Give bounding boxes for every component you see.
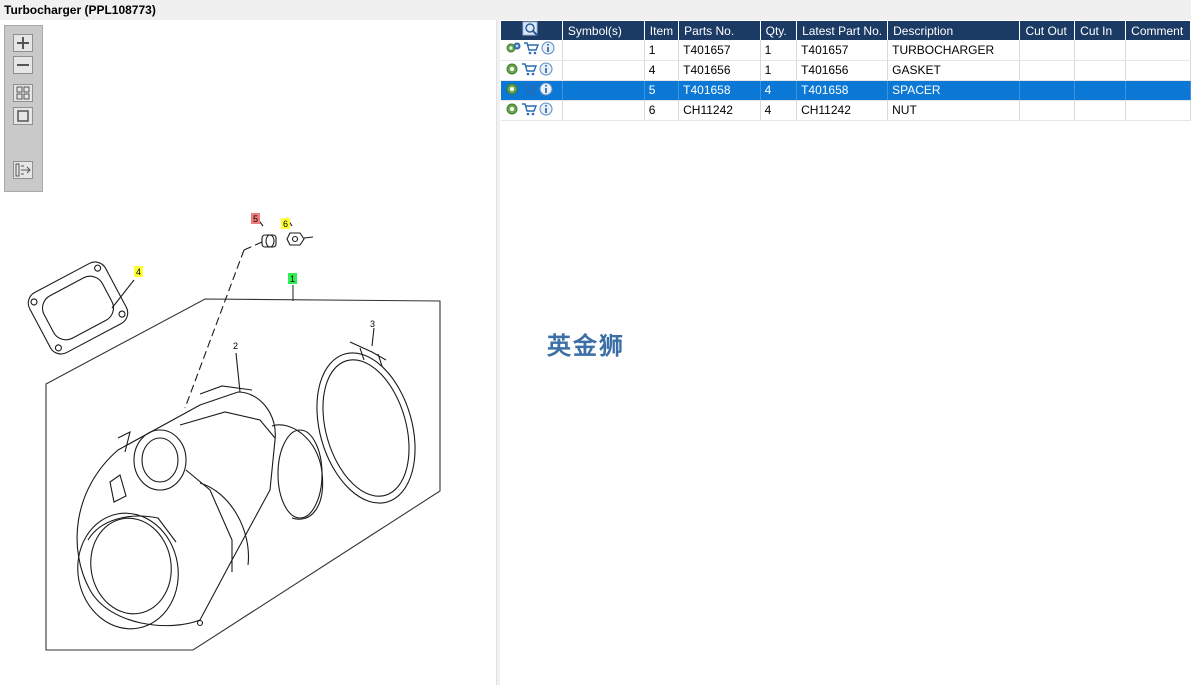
table-header-row: Symbol(s) Item Parts No. Qty. Latest Par… (501, 21, 1191, 40)
table-row[interactable]: 4 T401656 1 T401656 GASKET (501, 60, 1191, 81)
window-title: Turbocharger (PPL108773) (0, 0, 1191, 20)
info-icon[interactable] (539, 102, 553, 119)
cell-quantity: 4 (760, 80, 798, 101)
column-header-cut-in[interactable]: Cut In (1074, 21, 1127, 40)
cell-cut-out (1019, 100, 1076, 121)
cart-icon[interactable] (521, 62, 538, 79)
v-band-clamp-part (316, 341, 416, 504)
row-actions (501, 80, 563, 101)
info-icon[interactable] (539, 62, 553, 79)
cell-description: NUT (887, 100, 1021, 121)
turbocharger-body (76, 352, 324, 630)
gear-icon[interactable] (505, 62, 519, 79)
cell-cut-out (1019, 60, 1076, 81)
cell-item: 5 (644, 80, 680, 101)
cell-cut-in (1074, 100, 1127, 121)
cell-quantity: 1 (760, 60, 798, 81)
cell-comment (1125, 40, 1191, 61)
cell-part-number: T401657 (678, 40, 761, 61)
cell-item: 1 (644, 40, 680, 61)
cell-latest-part-number: T401657 (796, 40, 889, 61)
cell-part-number: T401658 (678, 80, 761, 101)
cell-item: 4 (644, 60, 680, 81)
gear-icon[interactable] (505, 82, 519, 99)
row-actions (501, 100, 563, 121)
search-list-icon (522, 21, 539, 36)
table-row[interactable]: 1 T401657 1 T401657 TURBOCHARGER (501, 40, 1191, 61)
cell-comment (1125, 60, 1191, 81)
nut-part (286, 232, 305, 246)
gasket-part (27, 261, 129, 355)
callout-6[interactable]: 6 (283, 219, 288, 229)
callout-2[interactable]: 2 (233, 341, 238, 351)
row-actions (501, 60, 563, 81)
callout-3[interactable]: 3 (370, 319, 375, 329)
spacer-part (261, 234, 277, 248)
cell-symbols (562, 80, 645, 101)
cell-symbols (562, 40, 645, 61)
column-header-latest-part-no[interactable]: Latest Part No. (796, 21, 889, 40)
column-header-item[interactable]: Item (644, 21, 680, 40)
cart-icon[interactable] (523, 41, 540, 58)
column-header-cut-out[interactable]: Cut Out (1019, 21, 1076, 40)
column-header-actions[interactable] (501, 21, 563, 40)
cell-cut-out (1019, 40, 1076, 61)
cell-description: GASKET (887, 60, 1021, 81)
callout-5[interactable]: 5 (253, 214, 258, 224)
column-header-symbols[interactable]: Symbol(s) (562, 21, 645, 40)
cell-comment (1125, 100, 1191, 121)
cell-part-number: CH11242 (678, 100, 761, 121)
cell-latest-part-number: T401656 (796, 60, 889, 81)
assembly-box (45, 298, 441, 651)
table-row[interactable]: 5 T401658 4 T401658 SPACER (501, 80, 1191, 101)
column-header-comment[interactable]: Comment (1125, 21, 1191, 40)
cell-cut-in (1074, 40, 1127, 61)
callout-1[interactable]: 1 (290, 274, 295, 284)
cart-icon[interactable] (521, 102, 538, 119)
cell-latest-part-number: CH11242 (796, 100, 889, 121)
cell-quantity: 1 (760, 40, 798, 61)
watermark-text: 英金狮 (547, 332, 625, 360)
cell-description: SPACER (887, 80, 1021, 101)
info-icon[interactable] (541, 41, 555, 58)
row-actions (501, 40, 563, 61)
column-header-parts-no[interactable]: Parts No. (678, 21, 761, 40)
cell-comment (1125, 80, 1191, 101)
cart-icon[interactable] (521, 82, 538, 99)
column-header-qty[interactable]: Qty. (760, 21, 798, 40)
cell-quantity: 4 (760, 100, 798, 121)
cell-symbols (562, 60, 645, 81)
cell-cut-in (1074, 60, 1127, 81)
gear-icon[interactable] (505, 102, 519, 119)
cell-part-number: T401656 (678, 60, 761, 81)
parts-list-pane: Symbol(s) Item Parts No. Qty. Latest Par… (500, 20, 1191, 685)
cell-latest-part-number: T401658 (796, 80, 889, 101)
cell-description: TURBOCHARGER (887, 40, 1021, 61)
cell-item: 6 (644, 100, 680, 121)
table-row[interactable]: 6 CH11242 4 CH11242 NUT (501, 100, 1191, 121)
cell-symbols (562, 100, 645, 121)
callout-4[interactable]: 4 (136, 267, 141, 277)
cell-cut-out (1019, 80, 1076, 101)
cell-cut-in (1074, 80, 1127, 101)
diagram-pane[interactable]: 5 6 4 1 3 2 (0, 20, 496, 685)
parts-table: Symbol(s) Item Parts No. Qty. Latest Par… (501, 21, 1191, 121)
turbocharger-exploded-diagram[interactable]: 5 6 4 1 3 2 (0, 20, 496, 685)
gears-icon[interactable] (505, 41, 521, 58)
info-icon[interactable] (539, 82, 553, 99)
column-header-description[interactable]: Description (887, 21, 1021, 40)
